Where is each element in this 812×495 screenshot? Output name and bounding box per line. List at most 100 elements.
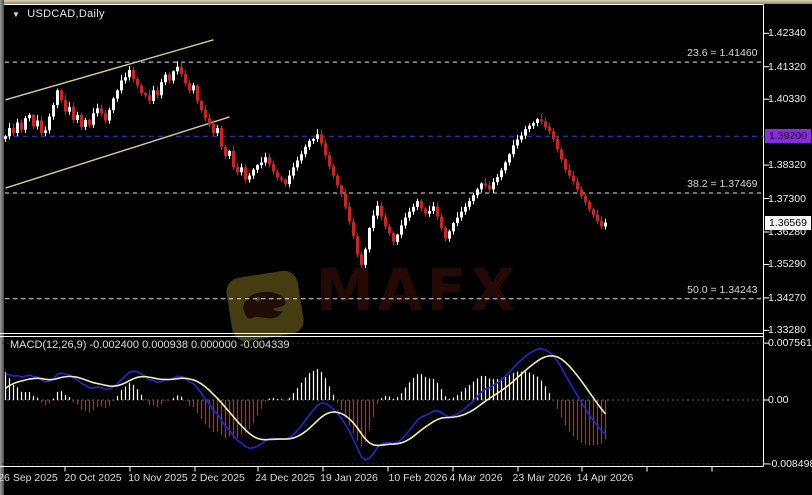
candle-bear <box>224 147 227 156</box>
candle-bull <box>456 218 459 224</box>
macd-line <box>6 349 606 460</box>
candle-bull <box>532 123 535 126</box>
candle-bear <box>592 209 595 215</box>
candle-bear <box>196 85 199 100</box>
candle-bear <box>380 206 383 217</box>
candle-bull <box>288 176 291 185</box>
candle-bull <box>76 115 79 120</box>
candle-bear <box>572 176 575 182</box>
candle-bear <box>220 128 223 147</box>
candle-bull <box>152 90 155 100</box>
candle-bear <box>424 208 427 213</box>
candle-bull <box>512 145 515 154</box>
candle-bull <box>312 139 315 141</box>
candle-bull <box>56 90 59 105</box>
candle-bull <box>124 77 127 80</box>
symbol-dropdown-icon[interactable]: ▼ <box>12 10 20 19</box>
candle-bull <box>164 75 167 83</box>
candle-bear <box>336 176 339 186</box>
candle-bull <box>16 122 19 132</box>
candle-bull <box>240 167 243 172</box>
candle-bear <box>392 233 395 242</box>
candle-bear <box>204 110 207 118</box>
candle-bull <box>472 195 475 201</box>
candle-bull <box>516 140 519 146</box>
macd-name: MACD(12,26,9) <box>10 339 86 351</box>
candle-bear <box>168 75 171 81</box>
fib-label-500: 50.0 = 1.34243 <box>578 284 758 296</box>
candle-bear <box>276 172 279 178</box>
candle-bull <box>396 235 399 242</box>
candle-bull <box>308 141 311 147</box>
y-axis-label: 1.38320 <box>768 159 806 171</box>
y-axis-label: 1.34270 <box>768 292 806 304</box>
candle-bull <box>460 212 463 218</box>
candle-bear <box>384 217 387 227</box>
candle-bear <box>552 131 555 139</box>
candle-bull <box>36 121 39 127</box>
candle-bull <box>416 201 419 207</box>
candle-bull <box>260 162 263 165</box>
candle-bear <box>132 70 135 79</box>
candle-bear <box>200 101 203 110</box>
candle-bear <box>356 236 359 254</box>
candle-bear <box>444 228 447 238</box>
candle-bull <box>176 67 179 72</box>
candle-bear <box>208 118 211 124</box>
candle-bear <box>360 254 363 264</box>
fib-label-236: 23.6 = 1.41460 <box>578 47 758 59</box>
candle-bear <box>440 217 443 228</box>
candle-bear <box>600 221 603 227</box>
y-axis-label: 1.35290 <box>768 258 806 270</box>
candle-bull <box>8 128 11 136</box>
candle-bear <box>388 226 391 233</box>
candle-bear <box>340 185 343 194</box>
candle-bull <box>68 107 71 112</box>
y-axis-label: 1.33280 <box>768 324 806 336</box>
candle-bull <box>604 223 607 227</box>
candle-bull <box>300 154 303 160</box>
candle-bull <box>228 151 231 156</box>
candle-bull <box>296 161 299 168</box>
candle-bull <box>524 129 527 136</box>
candle-bear <box>556 139 559 149</box>
y-axis-label: 1.42340 <box>768 27 806 39</box>
candle-bull <box>476 189 479 195</box>
candle-bear <box>144 93 147 95</box>
candle-bull <box>496 177 499 182</box>
candle-bear <box>20 122 23 129</box>
macd-axis-label: -0.008498 <box>768 458 812 470</box>
candle-bull <box>408 212 411 218</box>
candle-bear <box>280 178 283 180</box>
candle-bull <box>364 249 367 264</box>
candle-bear <box>188 83 191 90</box>
candle-bull <box>128 70 131 77</box>
candle-bear <box>580 189 583 196</box>
y-axis-label: 1.41320 <box>768 61 806 73</box>
candle-bear <box>236 167 239 172</box>
candle-bear <box>588 202 591 209</box>
symbol-text: USDCAD,Daily <box>27 8 105 20</box>
macd-axis-label: 0.007561 <box>768 337 812 349</box>
candle-bear <box>64 100 67 111</box>
candle-bear <box>328 155 331 166</box>
candle-bull <box>520 136 523 140</box>
candle-bull <box>84 120 87 127</box>
candle-bear <box>272 164 275 172</box>
main-chart[interactable] <box>0 0 812 495</box>
macd-values: -0.002400 0.000938 0.000000 -0.004339 <box>89 339 289 351</box>
candle-bull <box>24 118 27 129</box>
candle-bull <box>480 183 483 189</box>
macd-label: MACD(12,26,9) -0.002400 0.000938 0.00000… <box>10 339 290 351</box>
candle-bull <box>432 206 435 211</box>
candle-bear <box>584 196 587 202</box>
candle-bear <box>72 107 75 120</box>
candle-bull <box>528 126 531 129</box>
candle-bear <box>268 157 271 164</box>
candle-bear <box>156 90 159 95</box>
candle-bull <box>160 82 163 95</box>
candle-bull <box>452 223 455 231</box>
candle-bull <box>372 216 375 228</box>
candle-bear <box>420 201 423 208</box>
candle-bull <box>52 105 55 116</box>
